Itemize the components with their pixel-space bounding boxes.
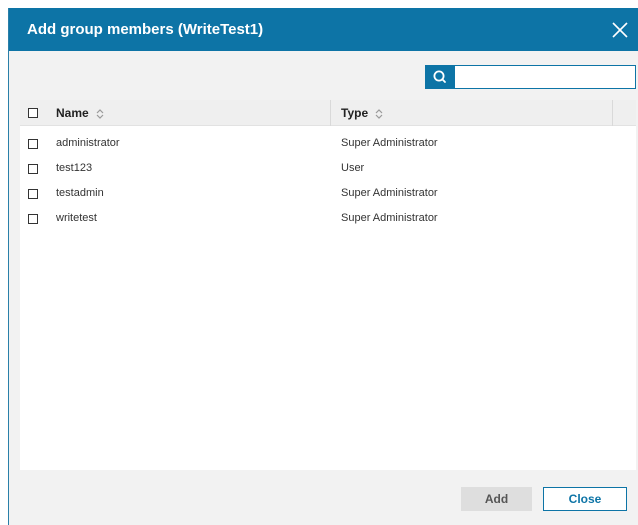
search-box xyxy=(425,65,636,89)
sort-icon xyxy=(376,108,383,119)
row-name: test123 xyxy=(56,162,93,174)
add-button[interactable]: Add xyxy=(461,487,532,511)
column-divider[interactable] xyxy=(330,100,331,126)
dialog-header: Add group members (WriteTest1) xyxy=(9,8,638,51)
dialog-title: Add group members (WriteTest1) xyxy=(27,21,264,38)
row-type: Super Administrator xyxy=(341,137,438,149)
row-checkbox[interactable] xyxy=(28,139,38,149)
table-row[interactable]: testadmin Super Administrator xyxy=(20,181,636,206)
search-input[interactable] xyxy=(455,65,636,89)
table-row[interactable]: administrator Super Administrator xyxy=(20,131,636,156)
table-header: Name Type xyxy=(20,100,636,126)
table-row[interactable]: test123 User xyxy=(20,156,636,181)
sort-icon xyxy=(96,108,104,119)
search-icon xyxy=(433,70,446,83)
members-table: Name Type administrator Super Administra… xyxy=(20,100,636,470)
close-button[interactable]: Close xyxy=(543,487,627,511)
column-header-name[interactable]: Name xyxy=(56,106,105,120)
table-row[interactable]: writetest Super Administrator xyxy=(20,206,636,231)
column-header-type[interactable]: Type xyxy=(341,106,384,120)
column-divider[interactable] xyxy=(612,100,613,126)
row-type: Super Administrator xyxy=(341,212,438,224)
add-group-members-dialog: Add group members (WriteTest1) Name Type… xyxy=(8,8,638,525)
row-name: writetest xyxy=(56,212,97,224)
close-icon[interactable] xyxy=(610,20,630,40)
column-header-type-label: Type xyxy=(341,106,369,120)
search-button[interactable] xyxy=(425,65,455,89)
row-name: testadmin xyxy=(56,187,104,199)
column-header-name-label: Name xyxy=(56,106,89,120)
row-type: Super Administrator xyxy=(341,187,438,199)
row-checkbox[interactable] xyxy=(28,214,38,224)
row-name: administrator xyxy=(56,137,120,149)
row-type: User xyxy=(341,162,365,174)
row-checkbox[interactable] xyxy=(28,189,38,199)
select-all-checkbox[interactable] xyxy=(28,108,38,118)
row-checkbox[interactable] xyxy=(28,164,38,174)
